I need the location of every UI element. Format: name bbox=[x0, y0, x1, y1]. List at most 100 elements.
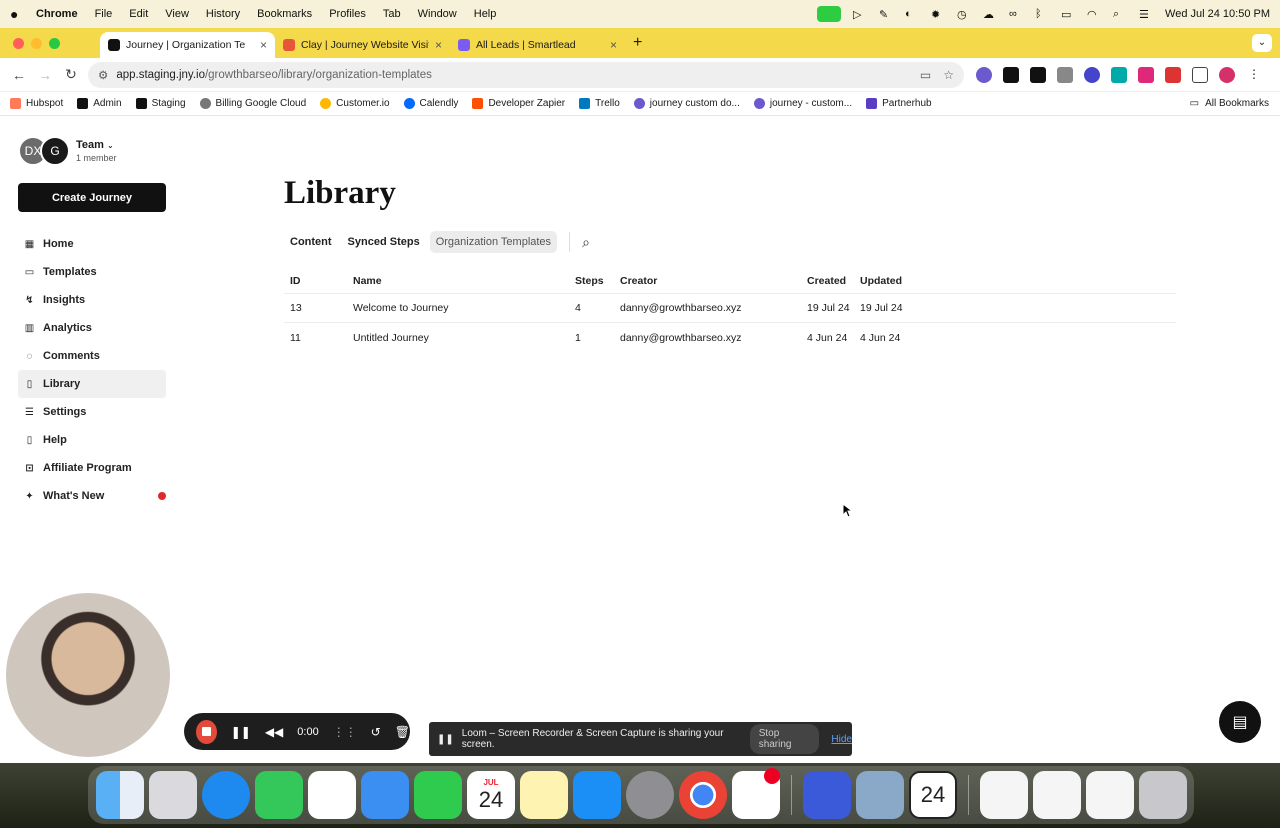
cloud-icon[interactable]: ☁ bbox=[983, 8, 997, 21]
column-header-name[interactable]: Name bbox=[353, 275, 575, 287]
finder-icon[interactable] bbox=[96, 771, 144, 819]
menu-window[interactable]: Window bbox=[418, 8, 457, 20]
app-store-icon[interactable] bbox=[573, 771, 621, 819]
facetime-indicator-icon[interactable] bbox=[817, 6, 842, 22]
sidebar-item-comments[interactable]: ◌ Comments bbox=[18, 342, 166, 370]
facetime-icon[interactable] bbox=[414, 771, 462, 819]
tab-synced-steps[interactable]: Synced Steps bbox=[342, 231, 426, 253]
chrome-icon[interactable] bbox=[679, 771, 727, 819]
extension-icon[interactable] bbox=[1111, 67, 1127, 83]
team-switcher[interactable]: DX G Team ⌄ 1 member bbox=[18, 136, 117, 166]
hide-link[interactable]: Hide bbox=[831, 734, 852, 745]
pen-icon[interactable]: ✎ bbox=[879, 8, 893, 21]
menu-file[interactable]: File bbox=[95, 8, 113, 20]
clock-icon[interactable]: ◷ bbox=[957, 8, 971, 21]
arc-icon[interactable] bbox=[803, 771, 851, 819]
table-row[interactable]: 11 Untitled Journey 1 danny@growthbarseo… bbox=[284, 323, 1176, 352]
sidebar-item-affiliate-program[interactable]: ⊡ Affiliate Program bbox=[18, 454, 166, 482]
extension-icon[interactable] bbox=[976, 67, 992, 83]
calendar-icon[interactable]: JUL 24 bbox=[467, 771, 515, 819]
bookmark-billing[interactable]: Billing Google Cloud bbox=[199, 98, 306, 109]
drag-handle-icon[interactable]: ❚❚ bbox=[437, 734, 454, 745]
column-header-updated[interactable]: Updated bbox=[860, 275, 920, 287]
system-settings-icon[interactable] bbox=[626, 771, 674, 819]
bookmark-calendly[interactable]: Calendly bbox=[403, 98, 458, 109]
address-bar[interactable]: ⚙ app.staging.jny.io/growthbarseo/librar… bbox=[88, 62, 964, 88]
menu-help[interactable]: Help bbox=[474, 8, 497, 20]
play-icon[interactable]: ▷ bbox=[853, 8, 867, 21]
sun-icon[interactable]: ✹ bbox=[931, 8, 945, 21]
search-icon[interactable]: ⌕ bbox=[1113, 8, 1127, 20]
browser-tab-journey[interactable]: Journey | Organization Te × bbox=[100, 32, 275, 58]
tab-search-chevron-icon[interactable]: ⌄ bbox=[1252, 34, 1272, 52]
new-tab-icon[interactable]: + bbox=[633, 34, 642, 52]
glasses-icon[interactable]: ∞ bbox=[1009, 8, 1023, 20]
menu-view[interactable]: View bbox=[165, 8, 189, 20]
tab-content[interactable]: Content bbox=[284, 231, 338, 253]
trash-icon[interactable] bbox=[1139, 771, 1187, 819]
menubar-clock[interactable]: Wed Jul 24 10:50 PM bbox=[1165, 8, 1270, 20]
slack-icon[interactable] bbox=[732, 768, 780, 819]
forward-icon[interactable]: → bbox=[34, 67, 56, 83]
battery-icon[interactable]: ▭ bbox=[1061, 8, 1075, 21]
site-settings-icon[interactable]: ⚙ bbox=[98, 68, 108, 82]
safari-icon[interactable] bbox=[202, 771, 250, 819]
loom-webcam-bubble[interactable] bbox=[6, 593, 170, 757]
calendar-widget-icon[interactable]: 24 bbox=[909, 771, 957, 819]
column-header-creator[interactable]: Creator bbox=[620, 275, 807, 287]
bookmark-customerio[interactable]: Customer.io bbox=[320, 98, 390, 109]
rewind-icon[interactable]: ◀◀ bbox=[265, 725, 283, 739]
sidebar-item-home[interactable]: ▦ Home bbox=[18, 230, 166, 258]
sidebar-item-insights[interactable]: ↯ Insights bbox=[18, 286, 166, 314]
bookmark-trello[interactable]: Trello bbox=[579, 98, 620, 109]
bookmark-journey-custom-domain[interactable]: journey custom do... bbox=[633, 98, 740, 109]
bookmark-partnerhub[interactable]: Partnerhub bbox=[866, 98, 932, 109]
table-row[interactable]: 13 Welcome to Journey 4 danny@growthbars… bbox=[284, 294, 1176, 323]
drag-handle-icon[interactable]: ⋮⋮ bbox=[333, 725, 357, 739]
back-icon[interactable]: ← bbox=[8, 67, 30, 83]
extension-icon[interactable] bbox=[1030, 67, 1046, 83]
close-window-button[interactable] bbox=[13, 37, 24, 49]
bookmark-journey-custom[interactable]: journey - custom... bbox=[753, 98, 852, 109]
menu-profiles[interactable]: Profiles bbox=[329, 8, 366, 20]
photos-icon[interactable] bbox=[308, 771, 356, 819]
mail-icon[interactable] bbox=[361, 771, 409, 819]
wifi-icon[interactable]: ◠ bbox=[1087, 8, 1101, 21]
sidebar-item-analytics[interactable]: ▥ Analytics bbox=[18, 314, 166, 342]
tab-organization-templates[interactable]: Organization Templates bbox=[429, 231, 558, 253]
menu-tab[interactable]: Tab bbox=[383, 8, 401, 20]
column-header-id[interactable]: ID bbox=[284, 275, 353, 287]
extension-icon[interactable] bbox=[1003, 67, 1019, 83]
stop-sharing-button[interactable]: Stop sharing bbox=[749, 724, 820, 754]
column-header-steps[interactable]: Steps bbox=[575, 275, 620, 287]
close-tab-icon[interactable]: × bbox=[435, 38, 442, 52]
trash-icon[interactable]: 🗑 bbox=[395, 725, 410, 739]
menu-edit[interactable]: Edit bbox=[129, 8, 148, 20]
chat-support-button[interactable]: ▤ bbox=[1219, 701, 1261, 743]
sidebar-item-whats-new[interactable]: ✦ What's New bbox=[18, 482, 166, 510]
minimized-window-thumbnail[interactable] bbox=[980, 771, 1028, 819]
close-tab-icon[interactable]: × bbox=[260, 38, 267, 52]
more-menu-icon[interactable]: ⋮ bbox=[1246, 67, 1262, 83]
stop-recording-button[interactable] bbox=[196, 719, 217, 744]
sidebar-item-settings[interactable]: ☰ Settings bbox=[18, 398, 166, 426]
contrast-icon[interactable]: ◐ bbox=[905, 8, 919, 20]
close-tab-icon[interactable]: × bbox=[610, 38, 617, 52]
sidebar-item-library[interactable]: ▯ Library bbox=[18, 370, 166, 398]
zoom-window-button[interactable] bbox=[49, 37, 60, 49]
minimized-window-thumbnail[interactable] bbox=[1086, 771, 1134, 819]
minimize-window-button[interactable] bbox=[31, 37, 42, 49]
column-header-created[interactable]: Created bbox=[807, 275, 860, 287]
camera-icon[interactable]: ▭ bbox=[920, 68, 931, 82]
profile-avatar[interactable] bbox=[1219, 67, 1235, 83]
notes-icon[interactable] bbox=[520, 771, 568, 819]
bluetooth-icon[interactable]: ᛒ bbox=[1035, 8, 1049, 20]
browser-tab-clay[interactable]: Clay | Journey Website Visitor × bbox=[275, 32, 450, 58]
restart-icon[interactable]: ↺ bbox=[371, 725, 381, 739]
sidebar-item-help[interactable]: ▯ Help bbox=[18, 426, 166, 454]
launchpad-icon[interactable] bbox=[149, 771, 197, 819]
menu-bookmarks[interactable]: Bookmarks bbox=[257, 8, 312, 20]
menu-history[interactable]: History bbox=[206, 8, 240, 20]
menu-app-name[interactable]: Chrome bbox=[36, 8, 78, 20]
control-center-icon[interactable]: ☰ bbox=[1139, 8, 1153, 21]
